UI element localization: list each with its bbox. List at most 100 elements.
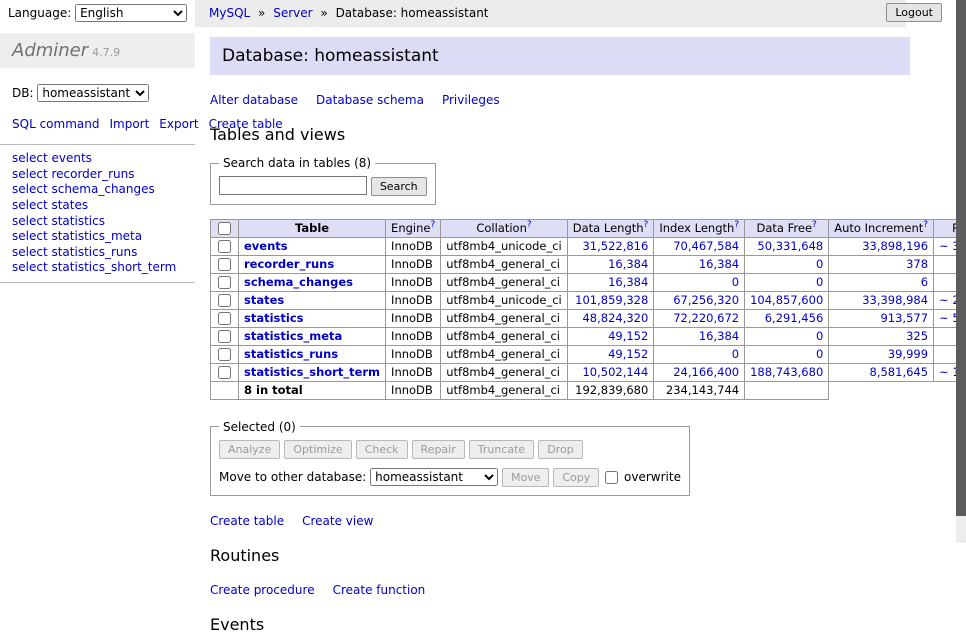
help-link[interactable]: ? bbox=[644, 220, 649, 230]
row-checkbox[interactable] bbox=[218, 330, 231, 343]
data-length-link[interactable]: 49,152 bbox=[608, 329, 648, 343]
select-all-checkbox[interactable] bbox=[218, 222, 231, 235]
sidebar-table-link[interactable]: select statistics bbox=[0, 214, 195, 230]
db-select[interactable]: homeassistant bbox=[37, 84, 149, 102]
data-free-link[interactable]: 0 bbox=[816, 275, 823, 289]
table-name-link[interactable]: statistics bbox=[244, 311, 304, 325]
sidebar-action-link[interactable]: SQL command bbox=[12, 117, 99, 131]
data-free-link[interactable]: 6,291,456 bbox=[765, 311, 824, 325]
row-checkbox[interactable] bbox=[218, 366, 231, 379]
help-link[interactable]: ? bbox=[923, 220, 928, 230]
sidebar-table-link[interactable]: select statistics_runs bbox=[0, 245, 195, 261]
data-length-link[interactable]: 48,824,320 bbox=[582, 311, 648, 325]
auto-increment-link[interactable]: 378 bbox=[906, 257, 928, 271]
auto-increment-link[interactable]: 33,898,196 bbox=[862, 239, 928, 253]
help-link[interactable]: ? bbox=[430, 220, 435, 230]
events-title: Events bbox=[210, 615, 910, 634]
repair-button[interactable]: Repair bbox=[412, 440, 465, 459]
scrollbar-thumb[interactable] bbox=[956, 0, 966, 516]
table-name-link[interactable]: recorder_runs bbox=[244, 257, 334, 271]
data-free-link[interactable]: 50,331,648 bbox=[757, 239, 823, 253]
auto-increment-link[interactable]: 325 bbox=[906, 329, 928, 343]
data-length-link[interactable]: 31,522,816 bbox=[582, 239, 648, 253]
search-input[interactable] bbox=[219, 176, 367, 195]
row-checkbox[interactable] bbox=[218, 240, 231, 253]
sidebar-table-link[interactable]: select statistics_meta bbox=[0, 229, 195, 245]
index-length-link[interactable]: 0 bbox=[732, 275, 739, 289]
routine-create-link[interactable]: Create procedure bbox=[210, 583, 315, 597]
move-button[interactable]: Move bbox=[502, 468, 550, 487]
index-length-link[interactable]: 24,166,400 bbox=[673, 365, 739, 379]
table-name-link[interactable]: events bbox=[244, 239, 288, 253]
data-length-link[interactable]: 49,152 bbox=[608, 347, 648, 361]
index-length-link[interactable]: 72,220,672 bbox=[673, 311, 739, 325]
check-button[interactable]: Check bbox=[356, 440, 408, 459]
routines-title: Routines bbox=[210, 546, 910, 565]
index-length-link[interactable]: 70,467,584 bbox=[673, 239, 739, 253]
table-name-link[interactable]: statistics_short_term bbox=[244, 365, 380, 379]
optimize-button[interactable]: Optimize bbox=[284, 440, 351, 459]
search-button[interactable]: Search bbox=[371, 177, 427, 196]
auto-increment-link[interactable]: 8,581,645 bbox=[870, 365, 929, 379]
data-free-link[interactable]: 0 bbox=[816, 257, 823, 271]
data-free-link[interactable]: 188,743,680 bbox=[750, 365, 823, 379]
sidebar-table-link[interactable]: select events bbox=[0, 151, 195, 167]
analyze-button[interactable]: Analyze bbox=[219, 440, 280, 459]
auto-increment-link[interactable]: 913,577 bbox=[880, 311, 928, 325]
index-length-link[interactable]: 0 bbox=[732, 347, 739, 361]
page-title: Database: homeassistant bbox=[210, 37, 910, 75]
help-link[interactable]: ? bbox=[812, 220, 817, 230]
help-link[interactable]: ? bbox=[734, 220, 739, 230]
index-length-link[interactable]: 67,256,320 bbox=[673, 293, 739, 307]
table-name-link[interactable]: statistics_runs bbox=[244, 347, 338, 361]
db-action-link[interactable]: Privileges bbox=[442, 93, 500, 107]
overwrite-label[interactable]: overwrite bbox=[624, 470, 681, 484]
sidebar-action-link[interactable]: Import bbox=[109, 117, 149, 131]
routines-links: Create procedure Create function bbox=[210, 583, 910, 597]
db-action-link[interactable]: Database schema bbox=[316, 93, 424, 107]
auto-increment-link[interactable]: 39,999 bbox=[888, 347, 928, 361]
overwrite-checkbox[interactable] bbox=[605, 471, 618, 484]
sidebar-table-link[interactable]: select states bbox=[0, 198, 195, 214]
table-name-link[interactable]: statistics_meta bbox=[244, 329, 342, 343]
copy-button[interactable]: Copy bbox=[553, 468, 599, 487]
table-name-link[interactable]: schema_changes bbox=[244, 275, 353, 289]
db-action-link[interactable]: Alter database bbox=[210, 93, 298, 107]
auto-increment-link[interactable]: 6 bbox=[921, 275, 928, 289]
row-checkbox[interactable] bbox=[218, 258, 231, 271]
sidebar-table-link[interactable]: select schema_changes bbox=[0, 182, 195, 198]
data-length-link[interactable]: 101,859,328 bbox=[575, 293, 648, 307]
sidebar-table-link[interactable]: select statistics_short_term bbox=[0, 260, 195, 276]
create-link[interactable]: Create view bbox=[302, 514, 373, 528]
index-length-link[interactable]: 16,384 bbox=[699, 257, 739, 271]
breadcrumb-mysql-link[interactable]: MySQL bbox=[209, 6, 250, 20]
row-checkbox[interactable] bbox=[218, 294, 231, 307]
create-link[interactable]: Create table bbox=[210, 514, 284, 528]
engine-cell: InnoDB bbox=[386, 291, 441, 309]
logout-button[interactable]: Logout bbox=[886, 3, 942, 22]
row-checkbox[interactable] bbox=[218, 312, 231, 325]
table-name-cell: statistics_meta bbox=[239, 327, 386, 345]
truncate-button[interactable]: Truncate bbox=[469, 440, 534, 459]
routine-create-link[interactable]: Create function bbox=[333, 583, 426, 597]
index-length-link[interactable]: 16,384 bbox=[699, 329, 739, 343]
row-checkbox[interactable] bbox=[218, 276, 231, 289]
move-db-select[interactable]: homeassistant bbox=[370, 468, 498, 486]
table-name-link[interactable]: states bbox=[244, 293, 284, 307]
data-free-link[interactable]: 0 bbox=[816, 329, 823, 343]
help-link[interactable]: ? bbox=[527, 220, 532, 230]
row-checkbox[interactable] bbox=[218, 348, 231, 361]
data-length-link[interactable]: 16,384 bbox=[608, 275, 648, 289]
sidebar-action-link[interactable]: Export bbox=[159, 117, 198, 131]
data-free-link[interactable]: 104,857,600 bbox=[750, 293, 823, 307]
language-select[interactable]: English bbox=[75, 4, 187, 22]
vertical-scrollbar[interactable] bbox=[956, 0, 966, 543]
data-free-link[interactable]: 0 bbox=[816, 347, 823, 361]
data-length-link[interactable]: 16,384 bbox=[608, 257, 648, 271]
drop-button[interactable]: Drop bbox=[538, 440, 582, 459]
data-length-link[interactable]: 10,502,144 bbox=[582, 365, 648, 379]
auto-increment-link[interactable]: 33,398,984 bbox=[862, 293, 928, 307]
breadcrumb-server-link[interactable]: Server bbox=[273, 6, 312, 20]
breadcrumb-separator: » bbox=[258, 6, 265, 20]
sidebar-table-link[interactable]: select recorder_runs bbox=[0, 167, 195, 183]
